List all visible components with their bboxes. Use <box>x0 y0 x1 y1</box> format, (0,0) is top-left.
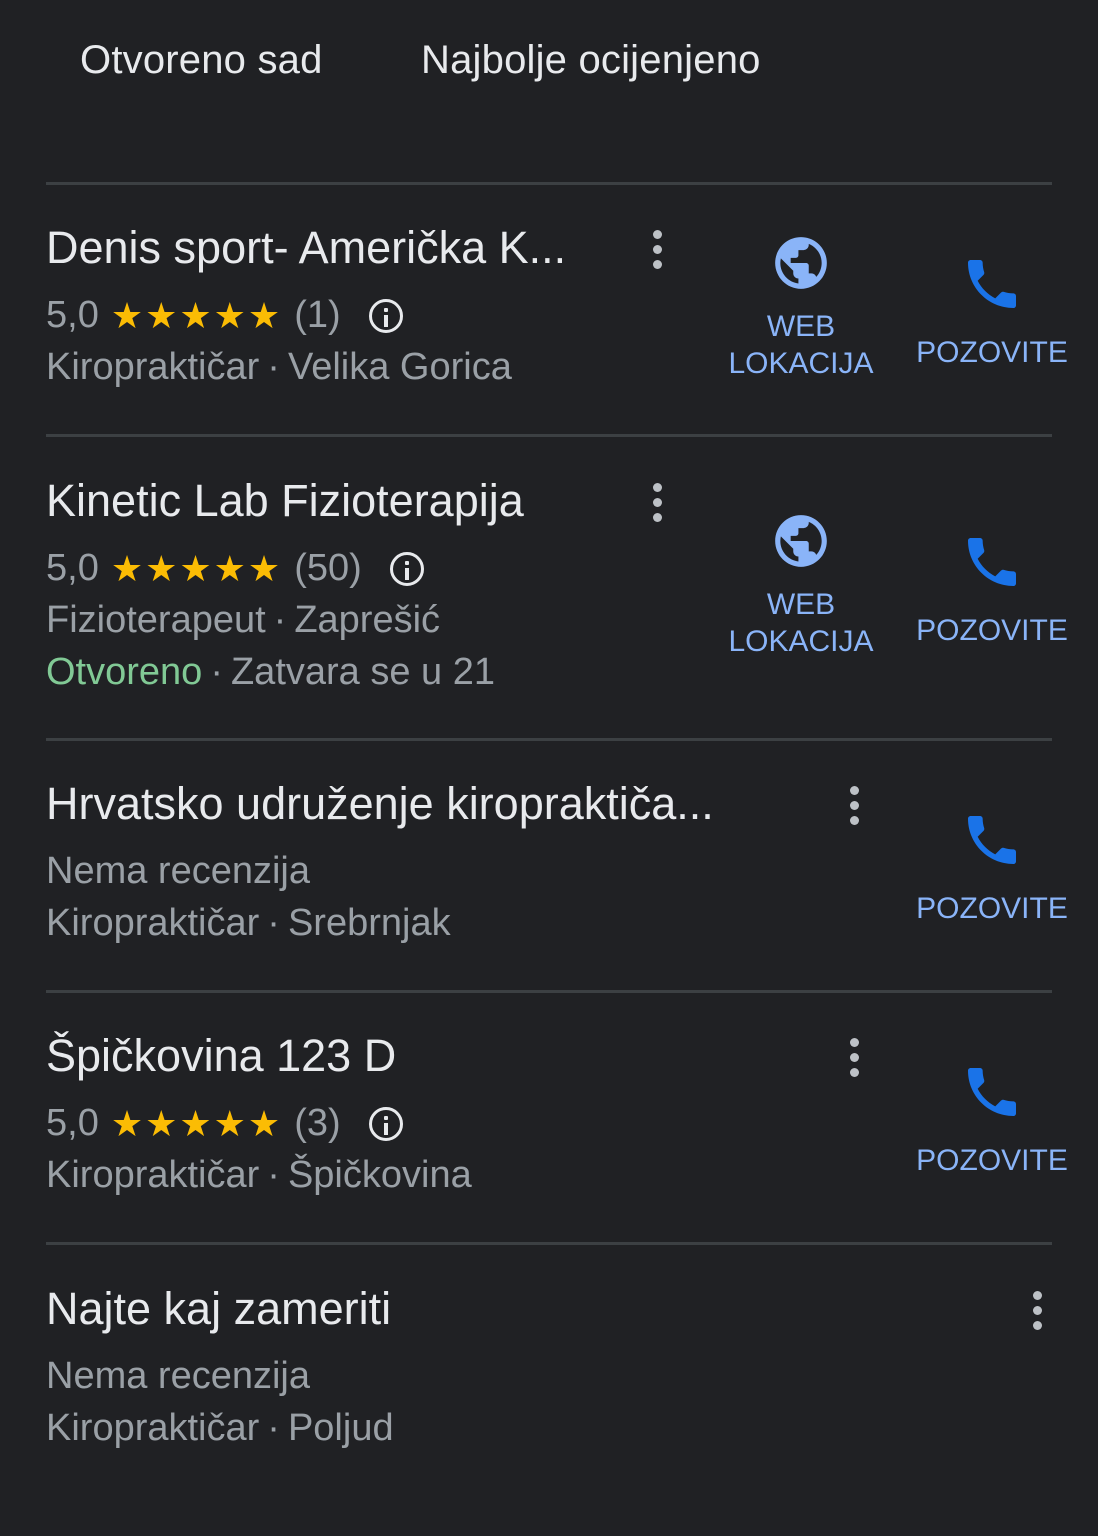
list-item[interactable]: Hrvatsko udruženje kiropraktiča... Nema … <box>0 778 1098 978</box>
call-label: POZOVITE <box>916 892 1068 925</box>
category: Fizioterapeut <box>46 599 266 641</box>
listing-name[interactable]: Kinetic Lab Fizioterapija <box>46 475 524 527</box>
category: Kiropraktičar <box>46 346 260 388</box>
list-item[interactable]: Kinetic Lab Fizioterapija 5,0 ★★★★★ (50)… <box>0 475 1098 705</box>
location: Srebrnjak <box>287 902 451 944</box>
rating-value: 5,0 <box>46 1102 99 1144</box>
star-rating: ★★★★★ <box>110 547 283 589</box>
list-item[interactable]: Špičkovina 123 D 5,0 ★★★★★ (3) Kiroprakt… <box>0 1030 1098 1230</box>
star-rating: ★★★★★ <box>110 294 283 336</box>
reviews-row: Nema recenzija <box>46 850 310 893</box>
listing-name[interactable]: Špičkovina 123 D <box>46 1030 396 1082</box>
call-button[interactable]: POZOVITE <box>907 808 1077 927</box>
hours-row: Otvoreno · Zatvara se u 21 <box>46 651 495 694</box>
category: Kiropraktičar <box>46 902 260 944</box>
filter-open-now[interactable]: Otvoreno sad <box>80 38 323 83</box>
rating-row: 5,0 ★★★★★ (3) <box>46 1102 403 1145</box>
separator: · <box>210 651 223 693</box>
filter-bar: Otvoreno sad Najbolje ocijenjeno <box>0 0 1098 130</box>
listing-name[interactable]: Najte kaj zameriti <box>46 1283 391 1335</box>
category-row: Fizioterapeut · Zaprešić <box>46 599 440 642</box>
more-vert-icon[interactable] <box>849 1038 859 1078</box>
no-reviews: Nema recenzija <box>46 1355 310 1397</box>
rating-value: 5,0 <box>46 294 99 336</box>
divider <box>46 434 1052 437</box>
more-vert-icon[interactable] <box>652 230 662 270</box>
phone-icon <box>968 1068 1016 1116</box>
separator: · <box>267 1154 280 1196</box>
divider <box>46 990 1052 993</box>
separator: · <box>267 902 280 944</box>
category-row: Kiropraktičar · Špičkovina <box>46 1154 472 1197</box>
phone-icon <box>968 816 1016 864</box>
review-count: (50) <box>294 547 362 589</box>
closing-time: Zatvara se u 21 <box>230 651 496 693</box>
category-row: Kiropraktičar · Poljud <box>46 1407 394 1450</box>
phone-icon <box>968 260 1016 308</box>
separator: · <box>273 599 287 641</box>
phone-icon <box>968 538 1016 586</box>
list-item[interactable]: Najte kaj zameriti Nema recenzija Kiropr… <box>0 1283 1098 1483</box>
location: Špičkovina <box>287 1154 472 1196</box>
website-label-1: WEB <box>766 588 836 621</box>
review-count: (3) <box>294 1102 341 1144</box>
call-label: POZOVITE <box>916 336 1068 369</box>
call-button[interactable]: POZOVITE <box>907 530 1077 649</box>
separator: · <box>267 346 280 388</box>
call-button[interactable]: POZOVITE <box>907 252 1077 371</box>
location: Poljud <box>287 1407 394 1449</box>
globe-icon <box>775 237 827 289</box>
divider <box>46 1242 1052 1245</box>
location: Velika Gorica <box>287 346 512 388</box>
category: Kiropraktičar <box>46 1154 260 1196</box>
category-row: Kiropraktičar · Srebrnjak <box>46 902 451 945</box>
website-label-2: LOKACIJA <box>728 625 874 658</box>
separator: · <box>267 1407 280 1449</box>
website-button[interactable]: WEB LOKACIJA <box>716 232 886 382</box>
listing-name[interactable]: Denis sport- Američka K... <box>46 222 566 274</box>
info-icon[interactable] <box>368 1106 403 1141</box>
website-label-1: WEB <box>766 310 836 343</box>
call-label: POZOVITE <box>916 614 1068 647</box>
category-row: Kiropraktičar · Velika Gorica <box>46 346 512 389</box>
filter-top-rated[interactable]: Najbolje ocijenjeno <box>421 38 761 83</box>
call-label: POZOVITE <box>916 1144 1068 1177</box>
more-vert-icon[interactable] <box>652 483 662 523</box>
review-count: (1) <box>294 294 341 336</box>
website-button[interactable]: WEB LOKACIJA <box>716 510 886 660</box>
rating-row: 5,0 ★★★★★ (50) <box>46 547 424 590</box>
rating-row: 5,0 ★★★★★ (1) <box>46 294 403 337</box>
category: Kiropraktičar <box>46 1407 260 1449</box>
call-button[interactable]: POZOVITE <box>907 1060 1077 1179</box>
more-vert-icon[interactable] <box>1032 1291 1042 1331</box>
globe-icon <box>775 515 827 567</box>
reviews-row: Nema recenzija <box>46 1355 310 1398</box>
no-reviews: Nema recenzija <box>46 850 310 892</box>
listing-name[interactable]: Hrvatsko udruženje kiropraktiča... <box>46 778 714 830</box>
divider <box>46 738 1052 741</box>
star-rating: ★★★★★ <box>110 1102 283 1144</box>
info-icon[interactable] <box>368 298 403 333</box>
website-label-2: LOKACIJA <box>728 347 874 380</box>
list-item[interactable]: Denis sport- Američka K... 5,0 ★★★★★ (1)… <box>0 222 1098 422</box>
open-status: Otvoreno <box>46 651 203 693</box>
more-vert-icon[interactable] <box>849 786 859 826</box>
divider <box>46 182 1052 185</box>
info-icon[interactable] <box>389 551 424 586</box>
location: Zaprešić <box>294 599 441 641</box>
rating-value: 5,0 <box>46 547 99 589</box>
